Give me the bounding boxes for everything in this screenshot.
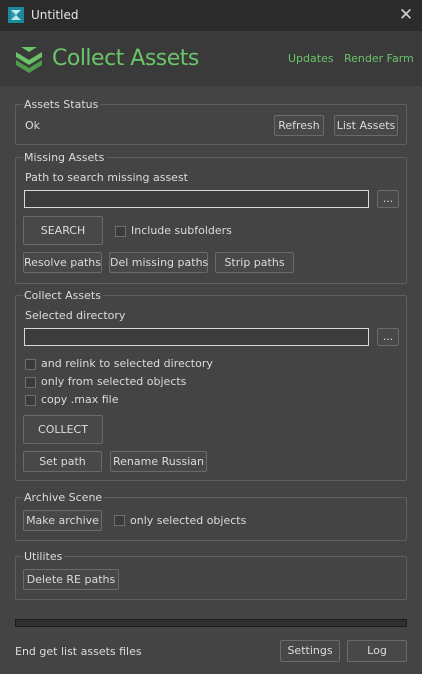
render-farm-link[interactable]: Render Farm (344, 52, 414, 65)
missing-assets-label: Missing Assets (23, 151, 107, 164)
archive-only-selected-label: only selected objects (130, 514, 247, 527)
collect-button[interactable]: COLLECT (23, 415, 103, 444)
only-selected-objects-checkbox[interactable] (25, 377, 36, 388)
set-path-button[interactable]: Set path (23, 451, 102, 472)
selected-directory-input[interactable] (24, 328, 369, 346)
header: Collect Assets Updates Render Farm (0, 31, 422, 86)
resolve-paths-button[interactable]: Resolve paths (23, 252, 102, 273)
selected-directory-browse-button[interactable]: ... (377, 328, 399, 346)
log-button[interactable]: Log (347, 640, 407, 662)
settings-button[interactable]: Settings (280, 640, 340, 662)
title-bar: Untitled ✕ (0, 0, 422, 31)
missing-path-label: Path to search missing assest (25, 171, 188, 184)
include-subfolders-label: Include subfolders (131, 224, 232, 237)
copy-max-label: copy .max file (41, 393, 119, 406)
assets-status-label: Assets Status (23, 98, 101, 111)
delete-re-paths-button[interactable]: Delete RE paths (23, 569, 119, 590)
missing-path-input[interactable] (24, 190, 369, 208)
collect-assets-logo-icon (16, 47, 42, 73)
relink-checkbox[interactable] (25, 359, 36, 370)
relink-label: and relink to selected directory (41, 357, 213, 370)
rename-russian-button[interactable]: Rename Russian (110, 451, 207, 472)
brand-title: Collect Assets (52, 46, 199, 71)
only-selected-objects-label: only from selected objects (41, 375, 187, 388)
window-title: Untitled (31, 8, 79, 22)
include-subfolders-checkbox[interactable] (115, 226, 126, 237)
make-archive-button[interactable]: Make archive (23, 510, 102, 531)
assets-status-text: Ok (25, 119, 41, 132)
collect-assets-label: Collect Assets (23, 289, 103, 302)
search-button[interactable]: SEARCH (23, 216, 103, 245)
strip-paths-button[interactable]: Strip paths (215, 252, 294, 273)
app-icon (8, 7, 24, 23)
missing-path-browse-button[interactable]: ... (377, 190, 399, 208)
archive-only-selected-checkbox[interactable] (114, 515, 125, 526)
copy-max-checkbox[interactable] (25, 395, 36, 406)
refresh-button[interactable]: Refresh (274, 115, 324, 136)
selected-directory-label: Selected directory (25, 309, 126, 322)
status-text: End get list assets files (15, 645, 142, 658)
updates-link[interactable]: Updates (288, 52, 334, 65)
close-button[interactable]: ✕ (394, 4, 418, 26)
del-missing-paths-button[interactable]: Del missing paths (109, 252, 208, 273)
list-assets-button[interactable]: List Assets (334, 115, 398, 136)
utilites-label: Utilites (23, 550, 65, 563)
progress-bar (15, 619, 407, 627)
archive-scene-label: Archive Scene (23, 491, 105, 504)
